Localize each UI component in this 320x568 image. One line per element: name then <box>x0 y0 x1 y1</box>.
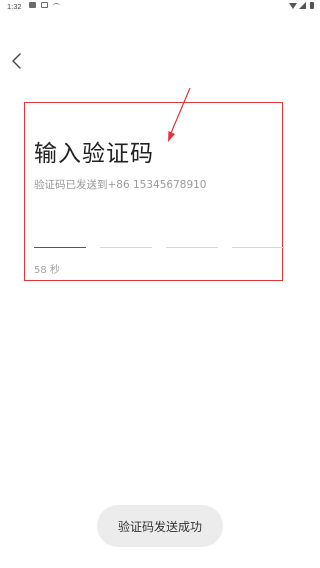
wifi-icon <box>289 2 297 9</box>
status-system-icons <box>289 2 314 9</box>
square-icon <box>41 2 48 8</box>
phone-hint-text: 验证码已发送到+86 15345678910 <box>34 179 207 191</box>
wave-icon <box>53 2 60 8</box>
back-button[interactable] <box>6 50 28 72</box>
status-time: 1:32 <box>7 2 22 11</box>
annotation-arrow <box>168 87 191 142</box>
status-notification-icons <box>29 2 60 8</box>
battery-icon <box>310 2 314 9</box>
code-underline <box>100 247 152 248</box>
toast-message: 验证码发送成功 <box>97 505 223 547</box>
code-input-1[interactable] <box>34 232 86 248</box>
code-underline <box>34 246 86 248</box>
page-title: 输入验证码 <box>34 141 154 167</box>
verification-screen: 1:32 输入验证码 验证码已发送到+86 15345678910 58 秒 验… <box>0 0 320 568</box>
status-bar: 1:32 <box>0 0 320 14</box>
code-input-3[interactable] <box>166 232 218 248</box>
resend-countdown: 58 秒 <box>34 265 60 276</box>
code-input-2[interactable] <box>100 232 152 248</box>
image-icon <box>29 2 36 8</box>
code-input-4[interactable] <box>232 232 284 248</box>
chevron-left-icon <box>12 53 21 69</box>
code-underline <box>166 247 218 248</box>
code-underline <box>232 247 284 248</box>
signal-icon <box>299 2 306 9</box>
